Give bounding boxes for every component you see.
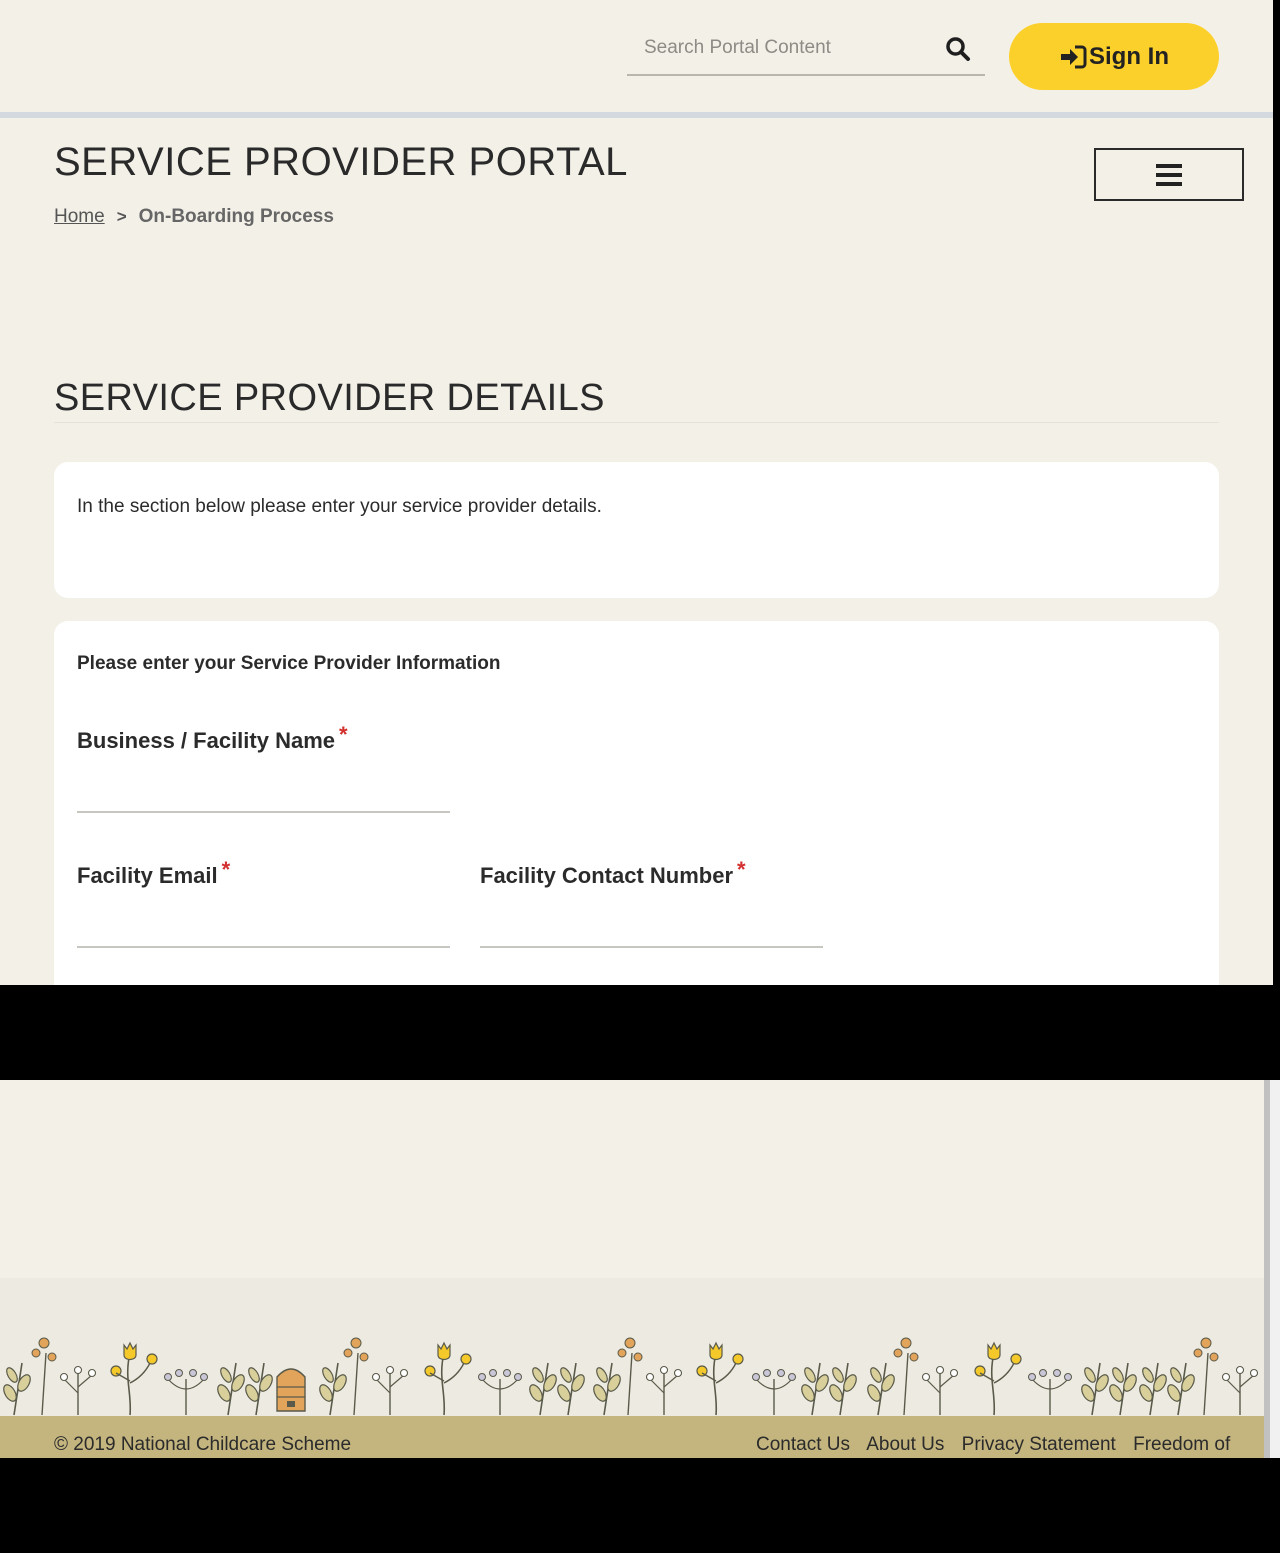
facility-contact-label-text: Facility Contact Number	[480, 863, 734, 888]
right-edge-strip	[1273, 0, 1280, 985]
breadcrumb: Home > On-Boarding Process	[54, 206, 334, 228]
sign-in-label: Sign In	[1089, 42, 1169, 70]
required-marker: *	[221, 857, 231, 882]
facility-email-label-text: Facility Email	[77, 863, 218, 888]
section-title: SERVICE PROVIDER DETAILS	[54, 377, 605, 419]
intro-text: In the section below please enter your s…	[77, 496, 602, 517]
business-name-label: Business / Facility Name *	[77, 722, 348, 754]
form-heading: Please enter your Service Provider Infor…	[77, 653, 501, 674]
page-top: Sign In SERVICE PROVIDER PORTAL Home > O…	[0, 0, 1273, 985]
breadcrumb-home-link[interactable]: Home	[54, 206, 105, 228]
scrollbar-thumb[interactable]	[1264, 1080, 1270, 1458]
intro-card: In the section below please enter your s…	[54, 462, 1219, 598]
breadcrumb-current: On-Boarding Process	[138, 206, 334, 227]
sign-in-icon	[1061, 45, 1087, 68]
business-name-label-text: Business / Facility Name	[77, 728, 335, 753]
portal-title: SERVICE PROVIDER PORTAL	[54, 140, 628, 184]
hamburger-menu-icon	[1156, 163, 1182, 186]
required-marker: *	[339, 722, 348, 747]
copyright-text: © 2019 National Childcare Scheme	[54, 1434, 352, 1455]
section-divider	[54, 422, 1219, 423]
flower-border-decoration	[0, 1337, 1259, 1416]
footer-link-contact-us[interactable]: Contact Us	[756, 1434, 850, 1455]
site-header: Sign In	[0, 0, 1273, 112]
footer-link-freedom-of-information[interactable]: Freedom of	[1133, 1434, 1230, 1455]
search-bar	[627, 24, 985, 76]
site-footer: © 2019 National Childcare Scheme Contact…	[0, 1416, 1266, 1458]
provider-form-card: Please enter your Service Provider Infor…	[54, 621, 1219, 985]
footer-links: Contact Us About Us Privacy Statement Fr…	[756, 1434, 1242, 1456]
facility-contact-label: Facility Contact Number *	[480, 857, 746, 889]
search-icon[interactable]	[945, 36, 971, 62]
facility-contact-input[interactable]	[480, 908, 823, 948]
flower-pattern	[0, 1337, 1259, 1416]
breadcrumb-separator: >	[116, 207, 127, 226]
render-gap	[0, 985, 1280, 1080]
facility-email-label: Facility Email *	[77, 857, 230, 889]
facility-email-input[interactable]	[77, 908, 450, 948]
business-name-input[interactable]	[77, 773, 450, 813]
header-divider	[0, 112, 1273, 118]
menu-button[interactable]	[1094, 148, 1244, 201]
sign-in-button[interactable]: Sign In	[1009, 23, 1219, 90]
search-input[interactable]	[627, 24, 927, 72]
required-marker: *	[737, 857, 746, 882]
footer-link-privacy-statement[interactable]: Privacy Statement	[962, 1434, 1116, 1455]
page-bottom: © 2019 National Childcare Scheme Contact…	[0, 1080, 1266, 1458]
footer-link-about-us[interactable]: About Us	[866, 1434, 944, 1455]
